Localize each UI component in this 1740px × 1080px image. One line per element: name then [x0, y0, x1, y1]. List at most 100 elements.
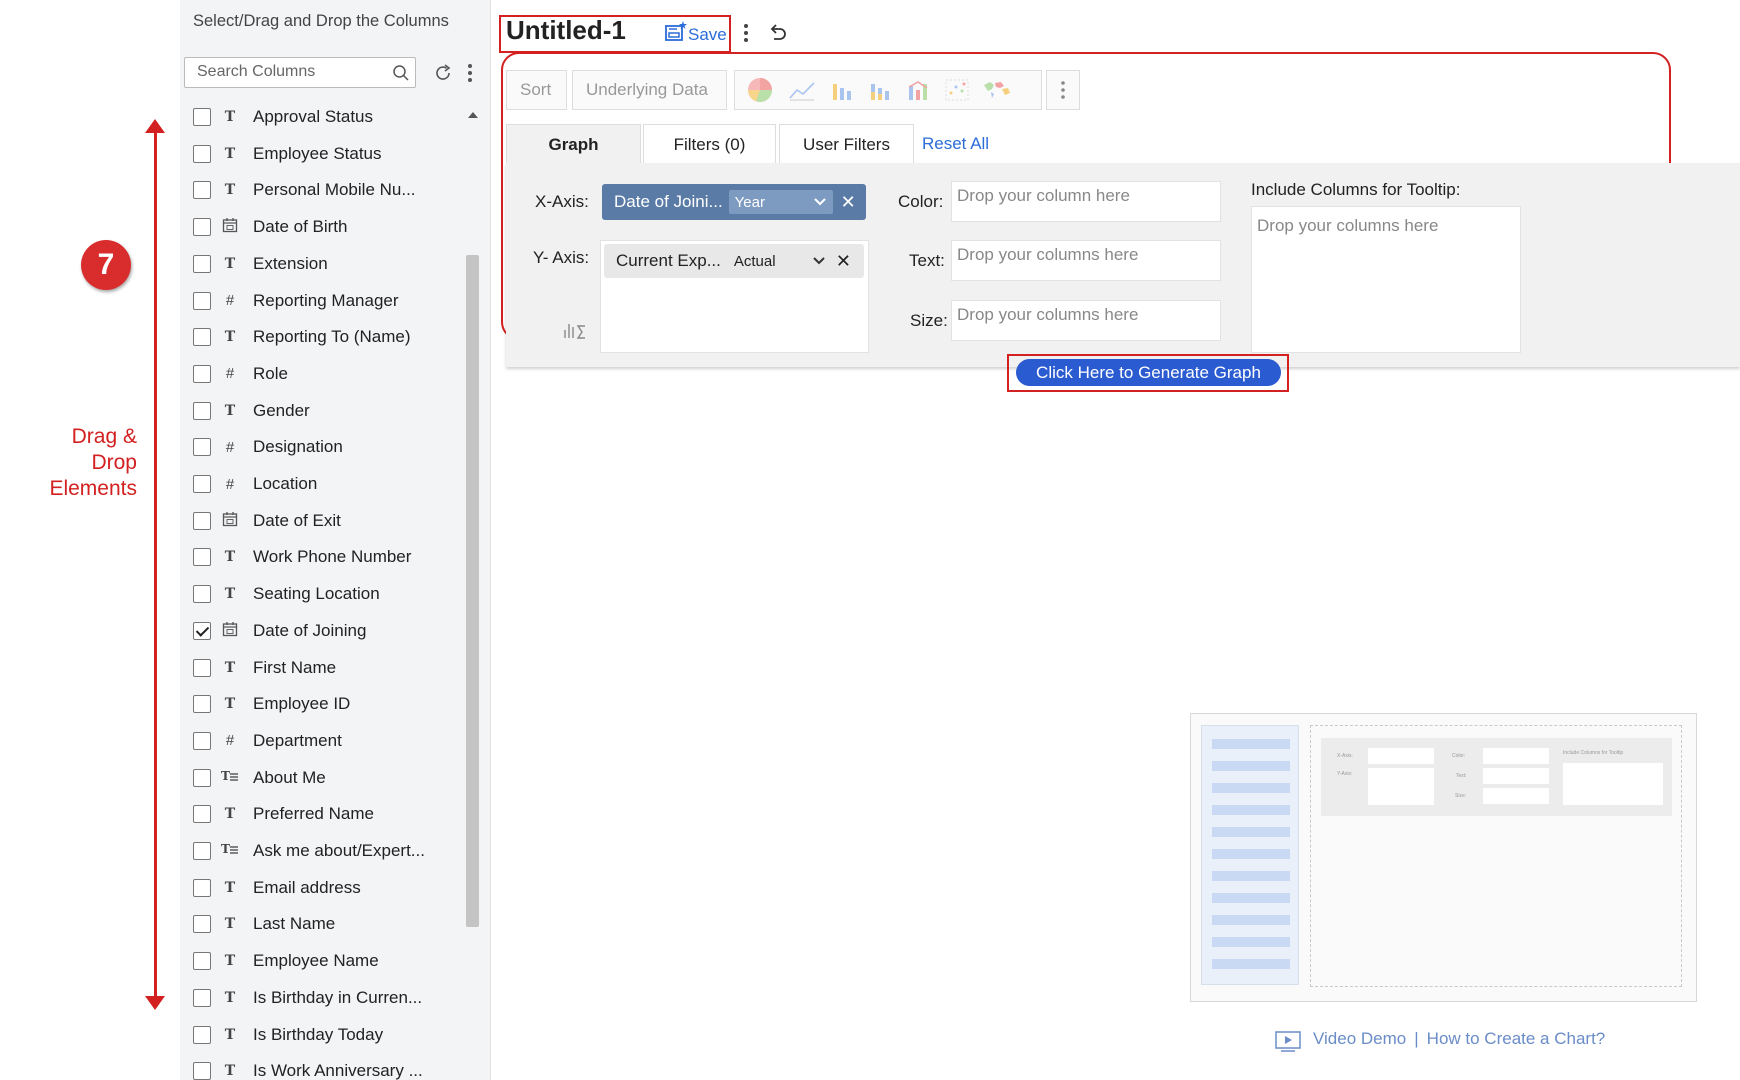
page-title[interactable]: Untitled-1 [506, 15, 626, 46]
column-checkbox[interactable] [193, 731, 211, 750]
how-to-create-chart-link[interactable]: How to Create a Chart? [1427, 1029, 1606, 1048]
list-item[interactable]: T First Name [180, 650, 462, 686]
list-item[interactable]: T Employee ID [180, 686, 462, 722]
list-item[interactable]: T Employee Status [180, 136, 462, 172]
generate-graph-button[interactable]: Click Here to Generate Graph [1016, 359, 1281, 386]
column-checkbox[interactable] [193, 218, 211, 237]
list-item[interactable]: T Last Name [180, 906, 462, 942]
column-checkbox[interactable] [193, 1062, 211, 1080]
y-axis-field[interactable]: Current Exp... Actual ✕ [604, 244, 864, 278]
list-item[interactable]: T Is Birthday in Curren... [180, 980, 462, 1016]
list-item[interactable]: T Extension [180, 246, 462, 282]
refresh-icon[interactable] [433, 63, 453, 83]
reset-all-link[interactable]: Reset All [922, 134, 989, 154]
bar-chart-icon[interactable] [830, 78, 854, 102]
list-item[interactable]: T Seating Location [180, 576, 462, 612]
save-button[interactable]: Save [688, 25, 727, 45]
stacked-bar-chart-icon[interactable] [868, 78, 892, 102]
column-checkbox[interactable] [193, 658, 211, 677]
column-checkbox[interactable] [193, 768, 211, 787]
video-icon[interactable] [1275, 1030, 1301, 1052]
pie-chart-icon[interactable] [746, 76, 774, 104]
number-type-icon: # [225, 475, 235, 493]
save-icon[interactable] [664, 20, 688, 44]
list-item[interactable]: T Ask me about/Expert... [180, 833, 462, 869]
x-axis-field[interactable]: Date of Joini... Year ✕ [602, 184, 866, 220]
column-checkbox[interactable] [193, 475, 211, 493]
list-item[interactable]: T Gender [180, 393, 462, 429]
list-item[interactable]: T Preferred Name [180, 796, 462, 832]
column-checkbox[interactable] [193, 291, 211, 310]
size-dropzone[interactable]: Drop your columns here [951, 300, 1221, 341]
calendar-icon [216, 511, 244, 531]
remove-y-axis-icon[interactable]: ✕ [836, 251, 851, 272]
column-checkbox[interactable] [193, 695, 211, 714]
column-checkbox[interactable] [193, 364, 211, 383]
column-checkbox[interactable] [193, 328, 211, 347]
search-input[interactable]: Search Columns [184, 57, 416, 88]
list-item[interactable]: # Designation [180, 429, 462, 465]
scatter-chart-icon[interactable] [944, 78, 970, 102]
search-icon[interactable] [392, 64, 410, 82]
list-item[interactable]: Date of Joining [180, 613, 462, 649]
column-label: Is Work Anniversary ... [253, 1061, 423, 1080]
toolbar-more-button[interactable] [1046, 70, 1080, 110]
list-item[interactable]: # Location [180, 466, 462, 502]
column-checkbox[interactable] [193, 401, 211, 420]
line-chart-icon[interactable] [788, 78, 816, 102]
list-item[interactable]: T Work Phone Number [180, 539, 462, 575]
column-checkbox[interactable] [193, 621, 211, 640]
column-checkbox[interactable] [193, 254, 211, 273]
sigma-aggregate-icon[interactable] [562, 318, 590, 340]
text-type-icon: T [224, 953, 236, 970]
sort-button[interactable]: Sort [506, 70, 567, 110]
column-checkbox[interactable] [193, 548, 211, 567]
column-checkbox[interactable] [193, 842, 211, 860]
list-item[interactable]: Date of Birth [180, 209, 462, 245]
column-checkbox[interactable] [193, 952, 211, 971]
more-options-icon[interactable] [466, 62, 474, 84]
column-checkbox[interactable] [193, 438, 211, 457]
color-dropzone[interactable]: Drop your column here [951, 181, 1221, 222]
y-axis-aggregation-select[interactable]: Actual [730, 249, 830, 273]
undo-icon[interactable] [767, 22, 789, 44]
column-checkbox[interactable] [193, 805, 211, 824]
combo-chart-icon[interactable] [906, 78, 930, 102]
scrollbar-thumb[interactable] [466, 255, 479, 927]
video-demo-link[interactable]: Video Demo [1313, 1029, 1406, 1048]
tooltip-dropzone[interactable]: Drop your columns here [1251, 206, 1521, 353]
scroll-up-icon[interactable] [468, 112, 478, 118]
list-item[interactable]: T Reporting To (Name) [180, 319, 462, 355]
underlying-data-button[interactable]: Underlying Data [572, 70, 727, 110]
list-item[interactable]: T Personal Mobile Nu... [180, 172, 462, 208]
column-label: Reporting Manager [253, 290, 399, 310]
list-item[interactable]: # Department [180, 723, 462, 759]
column-checkbox[interactable] [193, 1025, 211, 1044]
column-checkbox[interactable] [193, 511, 211, 530]
list-item[interactable]: T Is Work Anniversary ... [180, 1053, 462, 1080]
column-checkbox[interactable] [193, 181, 211, 200]
tab-filters[interactable]: Filters (0) [643, 124, 776, 164]
more-options-icon[interactable] [742, 22, 750, 44]
column-checkbox[interactable] [193, 585, 211, 604]
column-checkbox[interactable] [193, 878, 211, 897]
list-item[interactable]: Date of Exit [180, 503, 462, 539]
x-axis-aggregation-select[interactable]: Year [728, 190, 833, 214]
remove-x-axis-icon[interactable]: ✕ [841, 192, 856, 213]
list-item[interactable]: T Email address [180, 870, 462, 906]
list-item[interactable]: # Role [180, 356, 462, 392]
list-item[interactable]: T Employee Name [180, 943, 462, 979]
column-checkbox[interactable] [193, 144, 211, 163]
list-item[interactable]: T Is Birthday Today [180, 1017, 462, 1053]
list-item[interactable]: T Approval Status [180, 103, 462, 135]
map-chart-icon[interactable] [982, 79, 1012, 101]
column-checkbox[interactable] [193, 915, 211, 934]
list-item[interactable]: # Reporting Manager [180, 283, 462, 319]
column-checkbox[interactable] [193, 988, 211, 1007]
sidebar-title: Select/Drag and Drop the Columns [193, 12, 449, 30]
tab-user-filters[interactable]: User Filters [779, 124, 914, 164]
column-checkbox[interactable] [193, 108, 211, 126]
list-item[interactable]: T About Me [180, 760, 462, 796]
tab-graph[interactable]: Graph [506, 124, 641, 164]
text-dropzone[interactable]: Drop your columns here [951, 240, 1221, 281]
